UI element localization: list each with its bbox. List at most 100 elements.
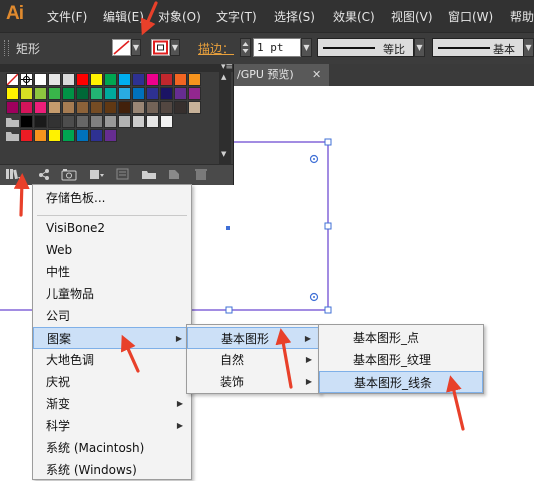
swatch[interactable] [48, 73, 61, 86]
swatch[interactable] [104, 87, 117, 100]
stroke-color-button[interactable] [151, 39, 170, 56]
swatch[interactable] [90, 101, 103, 114]
swatch[interactable] [188, 101, 201, 114]
selection-handle[interactable] [324, 222, 332, 230]
menu-help[interactable]: 帮助 [510, 8, 534, 25]
brush-dropdown[interactable]: ▼ [523, 38, 534, 57]
menu-item-corporate[interactable]: 公司 [33, 305, 191, 327]
menu-window[interactable]: 窗口(W) [448, 8, 493, 25]
grip-handle[interactable] [4, 40, 9, 56]
swatch[interactable] [48, 115, 61, 128]
scroll-down-icon[interactable]: ▼ [221, 150, 229, 160]
stroke-weight-input[interactable]: 1 pt [253, 38, 301, 57]
menu-item-nature[interactable]: 自然 ▶ [187, 349, 320, 371]
swatch[interactable] [34, 129, 47, 142]
swatch[interactable] [90, 115, 103, 128]
swatch[interactable] [160, 115, 173, 128]
swatch[interactable] [62, 129, 75, 142]
menu-item-system-mac[interactable]: 系统 (Macintosh) [33, 437, 191, 459]
swatch[interactable] [76, 129, 89, 142]
swatch-library-menu-icon[interactable] [4, 166, 22, 182]
swatch[interactable] [118, 73, 131, 86]
swatch[interactable] [20, 115, 33, 128]
menu-view[interactable]: 视图(V) [391, 8, 433, 25]
fill-color-button[interactable] [112, 39, 131, 56]
swatch[interactable] [174, 101, 187, 114]
swatch[interactable] [76, 115, 89, 128]
swatch[interactable] [48, 87, 61, 100]
swatch[interactable] [188, 73, 201, 86]
menu-file[interactable]: 文件(F) [47, 8, 87, 25]
selection-handle[interactable] [225, 306, 233, 314]
swatch[interactable] [48, 129, 61, 142]
swatch[interactable] [34, 101, 47, 114]
menu-item-neutral[interactable]: 中性 [33, 261, 191, 283]
swatch[interactable] [132, 87, 145, 100]
swatch[interactable] [118, 87, 131, 100]
menu-item-celebration[interactable]: 庆祝 [33, 371, 191, 393]
menu-type[interactable]: 文字(T) [216, 8, 257, 25]
swatch[interactable] [132, 115, 145, 128]
swatch[interactable] [76, 73, 89, 86]
swatch[interactable] [146, 73, 159, 86]
swatch[interactable] [174, 73, 187, 86]
profile-dropdown[interactable]: ▼ [414, 38, 425, 57]
none-swatch[interactable] [6, 73, 19, 86]
color-group-icon[interactable] [114, 166, 132, 182]
variable-width-profile[interactable]: 等比 [317, 38, 414, 57]
swatch[interactable] [20, 101, 33, 114]
swatch[interactable] [174, 87, 187, 100]
swatch[interactable] [104, 73, 117, 86]
swatch[interactable] [6, 101, 19, 114]
swatch[interactable] [90, 129, 103, 142]
swatch[interactable] [6, 87, 19, 100]
swatch[interactable] [76, 101, 89, 114]
registration-swatch[interactable] [20, 73, 33, 86]
menu-item-basic-graphics[interactable]: 基本图形 ▶ [187, 327, 320, 349]
stroke-label[interactable]: 描边： [198, 40, 234, 57]
swatch[interactable] [104, 101, 117, 114]
menu-item-earthtone[interactable]: 大地色调 [33, 349, 191, 371]
swatch[interactable] [160, 87, 173, 100]
menu-item-gradients[interactable]: 渐变 ▶ [33, 393, 191, 415]
selection-handle[interactable] [324, 306, 332, 314]
menu-object[interactable]: 对象(O) [158, 8, 201, 25]
swatch[interactable] [34, 73, 47, 86]
stroke-dropdown[interactable]: ▼ [170, 39, 180, 56]
panel-header[interactable] [0, 64, 233, 72]
swatch[interactable] [20, 87, 33, 100]
swatch[interactable] [62, 73, 75, 86]
swatch[interactable] [20, 129, 33, 142]
selection-handle[interactable] [324, 138, 332, 146]
menu-effect[interactable]: 效果(C) [333, 8, 375, 25]
swatch[interactable] [104, 115, 117, 128]
menu-item-science[interactable]: 科学 ▶ [33, 415, 191, 437]
show-kinds-icon[interactable] [36, 166, 54, 182]
swatch[interactable] [160, 101, 173, 114]
swatch[interactable] [132, 73, 145, 86]
swatch[interactable] [48, 101, 61, 114]
menu-edit[interactable]: 编辑(E) [103, 8, 144, 25]
place-swatch-icon[interactable] [60, 166, 78, 182]
swatch[interactable] [146, 101, 159, 114]
delete-icon[interactable] [192, 166, 210, 182]
menu-item-basic-lines[interactable]: 基本图形_线条 [319, 371, 483, 393]
scroll-up-icon[interactable]: ▲ [221, 73, 229, 83]
menu-item-visibone2[interactable]: VisiBone2 [33, 217, 191, 239]
swatch[interactable] [62, 101, 75, 114]
swatch[interactable] [34, 115, 47, 128]
swatch[interactable] [104, 129, 117, 142]
menu-item-web[interactable]: Web [33, 239, 191, 261]
swatch-options-icon[interactable] [88, 166, 106, 182]
menu-item-decorative[interactable]: 装饰 ▶ [187, 371, 320, 393]
swatch[interactable] [146, 87, 159, 100]
swatch[interactable] [90, 87, 103, 100]
folder-icon[interactable] [6, 116, 19, 127]
swatch[interactable] [118, 101, 131, 114]
swatch[interactable] [188, 87, 201, 100]
menu-item-system-win[interactable]: 系统 (Windows) [33, 459, 191, 481]
swatch[interactable] [90, 73, 103, 86]
menu-item-basic-textures[interactable]: 基本图形_纹理 [319, 349, 483, 371]
swatch[interactable] [146, 115, 159, 128]
new-swatch-icon[interactable] [166, 166, 184, 182]
